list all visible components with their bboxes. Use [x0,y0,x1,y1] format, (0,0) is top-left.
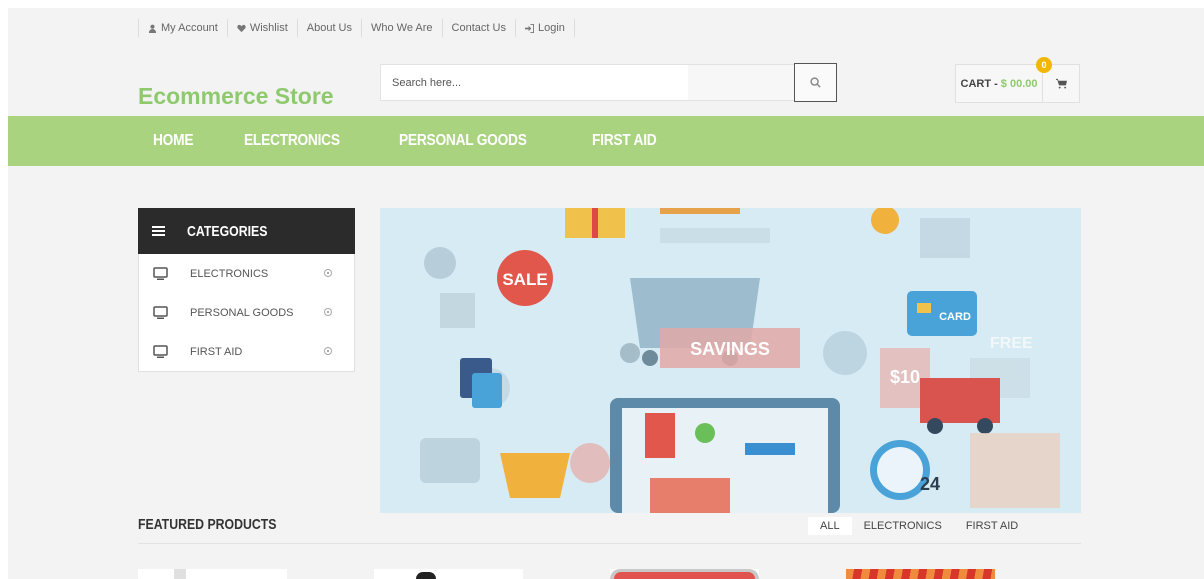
my-account-link[interactable]: My Account [138,19,227,37]
main-nav: HOME ELECTRONICS PERSONAL GOODS FIRST AI… [8,116,1204,166]
category-label: ELECTRONICS [190,267,269,280]
monitor-icon [153,266,168,280]
cart-button[interactable]: CART - $ 00.00 0 [955,57,1080,103]
nav-personal-goods[interactable]: PERSONAL GOODS [399,132,527,150]
monitor-icon [153,344,168,358]
shopping-illustration: SALE SAVINGS CARD FREE $10 24 [380,208,1081,513]
arrow-circle-icon [324,308,332,316]
product-filter-tabs: ALL ELECTRONICS FIRST AID [808,517,1030,535]
contact-us-label: Contact Us [451,22,506,34]
arrow-circle-icon [324,347,332,355]
about-us-label: About Us [306,22,352,34]
search-button[interactable] [794,63,837,102]
category-item-electronics[interactable]: ELECTRONICS [139,254,354,293]
categories-title: CATEGORIES [187,222,268,240]
category-item-personal-goods[interactable]: PERSONAL GOODS [139,293,354,332]
cart-label: CART - $ 00.00 [956,65,1043,102]
card-text: CARD [939,311,971,323]
heart-icon [237,24,246,32]
login-label: Login [537,22,565,34]
top-bar: My Account Wishlist About Us Who We Are … [138,18,575,38]
product-card[interactable] [846,569,995,579]
shopping-cart-icon [1055,78,1067,89]
category-label: FIRST AID [190,345,243,358]
category-item-first-aid[interactable]: FIRST AID [139,332,354,371]
clock-number-text: 24 [920,474,940,494]
nav-electronics[interactable]: ELECTRONICS [244,132,340,150]
product-card[interactable] [138,569,287,579]
wishlist-label: Wishlist [249,22,288,34]
featured-products-title: FEATURED PRODUCTS [138,516,277,533]
product-card[interactable] [610,569,759,579]
who-we-are-label: Who We Are [371,22,433,34]
cart-text: CART - [960,77,998,90]
my-account-label: My Account [161,22,218,34]
monitor-icon [153,305,168,319]
price-text: $10 [890,367,920,387]
cart-count-badge: 0 [1036,57,1052,73]
savings-text: SAVINGS [690,339,770,359]
hero-banner[interactable]: SALE SAVINGS CARD FREE $10 24 [380,208,1081,513]
arrow-circle-icon [324,269,332,277]
user-icon [148,24,157,33]
divider [138,543,1081,544]
nav-home[interactable]: HOME [153,132,194,150]
who-we-are-link[interactable]: Who We Are [361,19,442,37]
sign-in-icon [524,23,534,33]
search-input-extension[interactable] [688,65,794,100]
contact-us-link[interactable]: Contact Us [441,19,515,37]
filter-tab-first-aid[interactable]: FIRST AID [954,517,1030,535]
nav-first-aid[interactable]: FIRST AID [592,132,657,150]
filter-tab-all[interactable]: ALL [808,517,852,535]
store-logo[interactable]: Ecommerce Store [138,83,334,110]
product-card[interactable] [374,569,523,579]
about-us-link[interactable]: About Us [296,19,361,37]
free-text: FREE [990,335,1033,352]
search-input[interactable] [381,65,688,100]
category-label: PERSONAL GOODS [190,306,294,319]
categories-panel: CATEGORIES ELECTRONICS PERSONAL GOODS FI… [138,208,355,372]
wishlist-link[interactable]: Wishlist [226,19,297,37]
login-link[interactable]: Login [514,19,575,37]
cart-amount: $ 00.00 [1000,77,1038,90]
filter-tab-electronics[interactable]: ELECTRONICS [852,517,954,535]
page: My Account Wishlist About Us Who We Are … [8,8,1204,579]
categories-header[interactable]: CATEGORIES [138,208,355,254]
search-icon [810,77,821,88]
sale-tag-text: SALE [502,270,547,289]
menu-icon [152,226,165,236]
search-bar [380,63,837,102]
